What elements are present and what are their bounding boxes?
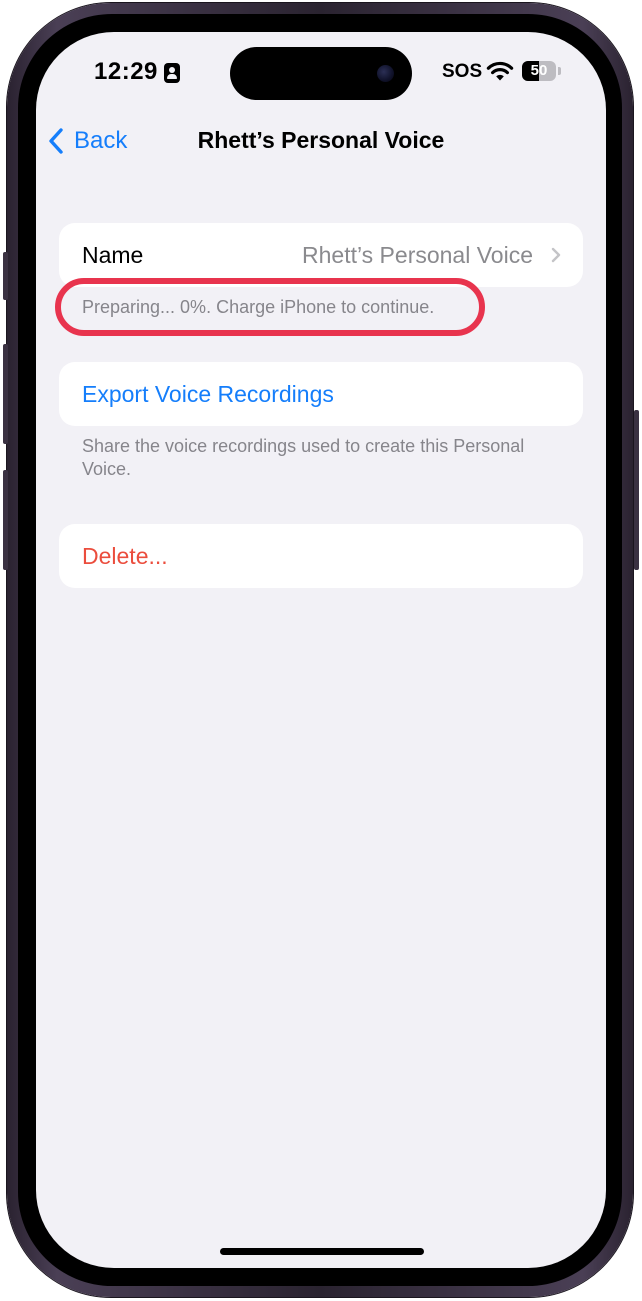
battery-icon: 50 <box>522 61 556 81</box>
focus-person-icon <box>164 63 180 83</box>
highlight-annotation-ring <box>55 278 485 336</box>
delete-button[interactable]: Delete... <box>59 524 583 588</box>
volume-down-button <box>3 470 8 570</box>
export-label: Export Voice Recordings <box>82 381 334 407</box>
chevron-right-icon <box>551 247 561 263</box>
export-voice-recordings-button[interactable]: Export Voice Recordings <box>59 362 583 426</box>
wifi-icon <box>486 61 514 81</box>
home-indicator[interactable] <box>220 1248 424 1255</box>
battery-percent: 50 <box>530 62 548 79</box>
volume-up-button <box>3 344 8 444</box>
power-button <box>634 410 639 570</box>
screen: 12:29 SOS 50 Back Rhett’s Personal Voice… <box>36 32 606 1268</box>
status-sos: SOS <box>442 61 483 82</box>
page-title: Rhett’s Personal Voice <box>197 127 445 153</box>
action-button <box>3 252 8 300</box>
dynamic-island <box>230 47 412 100</box>
battery-tip <box>558 67 561 75</box>
status-time: 12:29 <box>94 58 158 85</box>
delete-label: Delete... <box>82 543 168 569</box>
export-footer-text: Share the voice recordings used to creat… <box>82 436 525 479</box>
camera-icon <box>377 65 394 82</box>
